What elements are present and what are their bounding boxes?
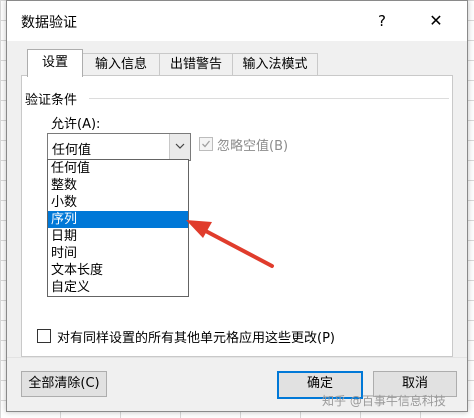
data-validation-dialog: 数据验证 ? ✕ 设置 输入信息 出错警告 输入法模式 验证条件 允许(A): … <box>6 0 468 412</box>
close-button[interactable]: ✕ <box>421 9 451 33</box>
allow-dropdown-list: 任何值 整数 小数 序列 日期 时间 文本长度 自定义 <box>47 159 189 297</box>
section-divider <box>89 98 449 99</box>
option-text-length[interactable]: 文本长度 <box>48 262 188 279</box>
validation-criteria-heading: 验证条件 <box>25 93 78 108</box>
close-icon: ✕ <box>429 11 443 30</box>
clear-all-button[interactable]: 全部清除(C) <box>21 371 107 397</box>
ignore-blank-checkbox[interactable] <box>199 137 213 151</box>
tab-input-message[interactable]: 输入信息 <box>82 53 160 76</box>
option-any-value[interactable]: 任何值 <box>48 160 188 177</box>
footer-divider <box>7 357 467 358</box>
option-whole-number[interactable]: 整数 <box>48 177 188 194</box>
check-icon <box>202 140 211 148</box>
tab-settings[interactable]: 设置 <box>27 49 83 77</box>
option-decimal[interactable]: 小数 <box>48 194 188 211</box>
tab-ime-mode[interactable]: 输入法模式 <box>232 53 318 76</box>
apply-all-checkbox[interactable] <box>37 329 51 343</box>
allow-label: 允许(A): <box>51 117 101 132</box>
tab-error-alert[interactable]: 出错警告 <box>159 53 233 76</box>
allow-select[interactable]: 任何值 <box>47 133 191 161</box>
watermark-text: 知乎 @百事牛信息科技 <box>322 394 446 408</box>
chevron-down-icon <box>175 143 185 149</box>
option-date[interactable]: 日期 <box>48 228 188 245</box>
option-list[interactable]: 序列 <box>48 211 188 228</box>
apply-all-label: 对有同样设置的所有其他单元格应用这些更改(P) <box>57 331 335 346</box>
help-button[interactable]: ? <box>367 9 397 33</box>
option-custom[interactable]: 自定义 <box>48 279 188 296</box>
dialog-title: 数据验证 <box>21 15 77 31</box>
option-time[interactable]: 时间 <box>48 245 188 262</box>
ignore-blank-label: 忽略空值(B) <box>217 139 289 154</box>
title-bar: 数据验证 ? ✕ <box>7 1 467 41</box>
allow-select-value: 任何值 <box>52 143 92 158</box>
allow-dropdown-button[interactable] <box>169 134 190 160</box>
